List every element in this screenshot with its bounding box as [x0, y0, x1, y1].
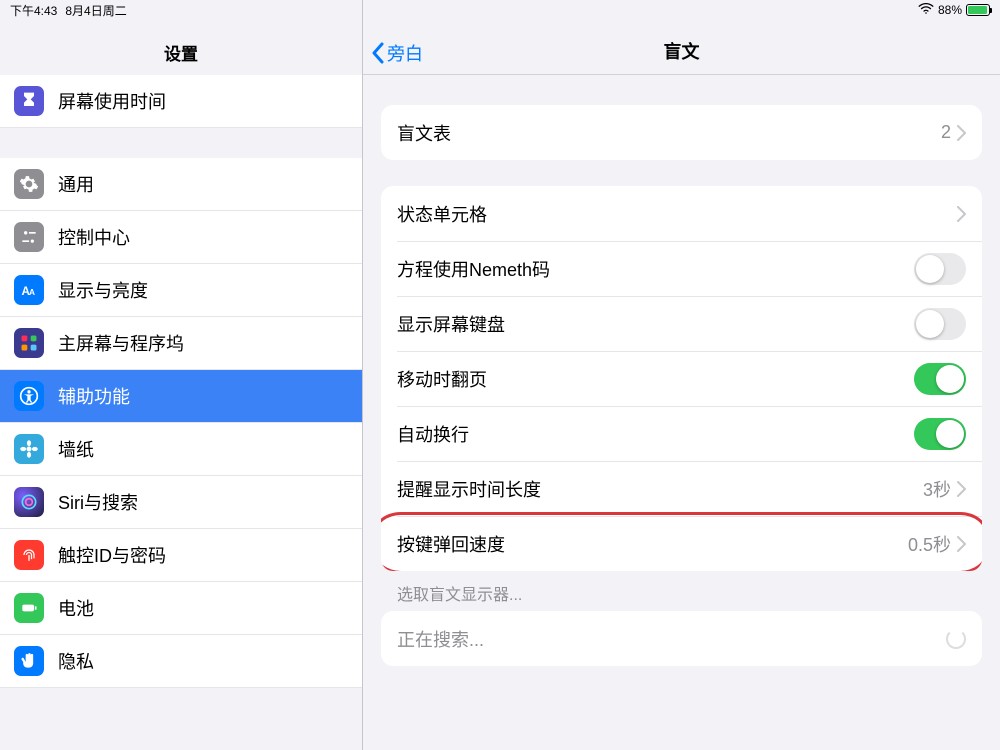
cell-label: 提醒显示时间长度: [397, 476, 923, 502]
switch-show-keyboard[interactable]: [914, 308, 966, 340]
switch-nemeth[interactable]: [914, 253, 966, 285]
cell-label: 方程使用Nemeth码: [397, 256, 914, 282]
sidebar-item-label: 屏幕使用时间: [58, 88, 348, 114]
chevron-right-icon: [957, 125, 966, 141]
cell-alert-duration[interactable]: 提醒显示时间长度 3秒: [381, 461, 982, 516]
accessibility-icon: [14, 381, 44, 411]
sidebar-item-label: 主屏幕与程序坞: [58, 330, 348, 356]
sidebar-item-display[interactable]: AA 显示与亮度: [0, 264, 362, 317]
sidebar-item-label: Siri与搜索: [58, 489, 348, 515]
sidebar-item-label: 控制中心: [58, 224, 348, 250]
cell-value: 2: [941, 122, 951, 143]
cell-word-wrap: 自动换行: [381, 406, 982, 461]
sidebar-item-label: 通用: [58, 171, 348, 197]
cell-label: 移动时翻页: [397, 366, 914, 392]
back-button-label: 旁白: [387, 40, 423, 66]
sidebar-item-touchid[interactable]: 触控ID与密码: [0, 529, 362, 582]
group-braille-table: 盲文表 2: [381, 105, 982, 160]
cell-braille-table[interactable]: 盲文表 2: [381, 105, 982, 160]
battery-icon: [14, 593, 44, 623]
status-time: 下午4:43: [10, 2, 57, 19]
cell-label: 正在搜索...: [397, 626, 946, 652]
sidebar-item-screen-time[interactable]: 屏幕使用时间: [0, 75, 362, 128]
siri-icon: [14, 487, 44, 517]
switch-word-wrap[interactable]: [914, 418, 966, 450]
sidebar-item-label: 显示与亮度: [58, 277, 348, 303]
chevron-right-icon: [957, 206, 966, 222]
cell-label: 状态单元格: [397, 201, 957, 227]
sidebar-item-label: 墙纸: [58, 436, 348, 462]
text-size-icon: AA: [14, 275, 44, 305]
sidebar-item-wallpaper[interactable]: 墙纸: [0, 423, 362, 476]
choose-display-header: 选取盲文显示器...: [381, 571, 982, 611]
switch-panning[interactable]: [914, 363, 966, 395]
battery-icon: [966, 4, 990, 16]
spinner-icon: [946, 629, 966, 649]
sidebar-item-privacy[interactable]: 隐私: [0, 635, 362, 688]
sidebar-item-siri[interactable]: Siri与搜索: [0, 476, 362, 529]
cell-searching: 正在搜索...: [381, 611, 982, 666]
cell-nemeth: 方程使用Nemeth码: [381, 241, 982, 296]
sidebar-item-label: 电池: [58, 595, 348, 621]
group-search-display: 正在搜索...: [381, 611, 982, 666]
cell-label: 盲文表: [397, 120, 941, 146]
status-date: 8月4日周二: [65, 2, 126, 19]
detail-pane: 旁白 盲文 盲文表 2 状态单元格 方程使用Nemeth码: [363, 0, 1000, 750]
page-title: 盲文: [664, 38, 700, 64]
hand-icon: [14, 646, 44, 676]
flower-icon: [14, 434, 44, 464]
gear-icon: [14, 169, 44, 199]
sidebar-item-label: 触控ID与密码: [58, 542, 348, 568]
cell-show-keyboard: 显示屏幕键盘: [381, 296, 982, 351]
status-bar: 下午4:43 8月4日周二 88%: [0, 0, 1000, 20]
sidebar-item-label: 辅助功能: [58, 383, 348, 409]
battery-percent: 88%: [938, 3, 962, 17]
wifi-icon: [918, 3, 934, 18]
hourglass-icon: [14, 86, 44, 116]
cell-status-cell[interactable]: 状态单元格: [381, 186, 982, 241]
cell-value: 3秒: [923, 476, 951, 502]
back-button[interactable]: 旁白: [371, 40, 423, 66]
group-braille-options: 状态单元格 方程使用Nemeth码 显示屏幕键盘 移动时翻页 自动换行: [381, 186, 982, 571]
cell-key-repeat[interactable]: 按键弹回速度 0.5秒: [381, 516, 982, 571]
sidebar-item-general[interactable]: 通用: [0, 158, 362, 211]
sidebar-item-battery[interactable]: 电池: [0, 582, 362, 635]
sidebar-item-control-center[interactable]: 控制中心: [0, 211, 362, 264]
sliders-icon: [14, 222, 44, 252]
chevron-right-icon: [957, 481, 966, 497]
cell-panning: 移动时翻页: [381, 351, 982, 406]
sidebar-item-label: 隐私: [58, 648, 348, 674]
cell-label: 自动换行: [397, 421, 914, 447]
sidebar-item-accessibility[interactable]: 辅助功能: [0, 370, 362, 423]
sidebar-item-home-screen[interactable]: 主屏幕与程序坞: [0, 317, 362, 370]
fingerprint-icon: [14, 540, 44, 570]
cell-value: 0.5秒: [908, 531, 951, 557]
cell-label: 按键弹回速度: [397, 531, 908, 557]
svg-text:A: A: [29, 287, 35, 297]
cell-label: 显示屏幕键盘: [397, 311, 914, 337]
chevron-right-icon: [957, 536, 966, 552]
app-grid-icon: [14, 328, 44, 358]
settings-sidebar: 设置 屏幕使用时间 通用 控制中心: [0, 0, 363, 750]
